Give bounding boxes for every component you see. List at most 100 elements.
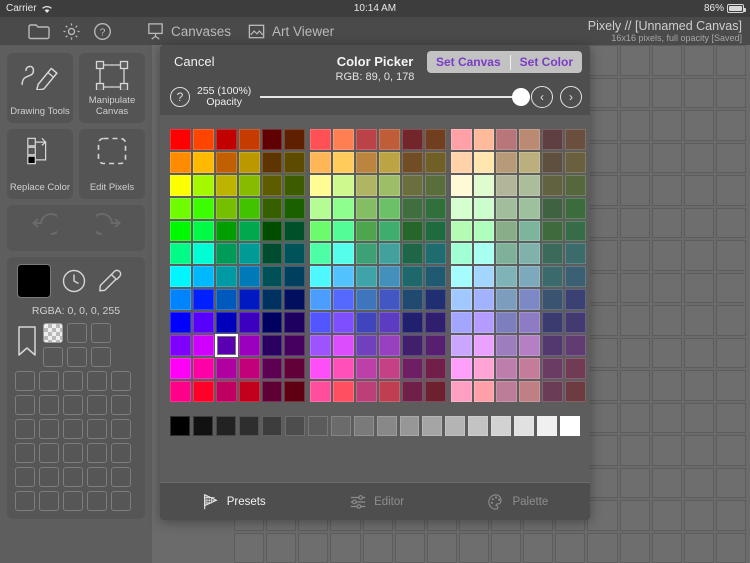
palette-cell[interactable] bbox=[192, 335, 214, 356]
tool-manipulate-canvas[interactable]: Manipulate Canvas bbox=[79, 53, 145, 123]
palette-cell[interactable] bbox=[238, 220, 260, 242]
grayscale-row[interactable] bbox=[170, 415, 581, 436]
palette-swatch[interactable] bbox=[542, 174, 564, 196]
palette-swatch[interactable] bbox=[310, 335, 332, 356]
palette-swatch[interactable] bbox=[519, 129, 541, 150]
palette-cell[interactable] bbox=[192, 174, 214, 196]
palette-swatch[interactable] bbox=[261, 266, 283, 288]
palette-cell[interactable] bbox=[238, 312, 260, 334]
grayscale-cell[interactable] bbox=[307, 415, 328, 436]
palette-cell[interactable] bbox=[333, 335, 355, 356]
palette-cell[interactable] bbox=[284, 197, 306, 219]
next-color-button[interactable]: › bbox=[560, 86, 582, 109]
canvas-pixel[interactable] bbox=[523, 532, 554, 563]
palette-cell[interactable] bbox=[170, 151, 191, 173]
palette-swatch[interactable] bbox=[356, 357, 378, 379]
palette-swatch[interactable] bbox=[519, 220, 541, 242]
palette-cell[interactable] bbox=[356, 220, 378, 242]
palette-swatch[interactable] bbox=[356, 312, 378, 334]
palette-swatch[interactable] bbox=[215, 289, 237, 311]
canvas-pixel[interactable] bbox=[683, 467, 714, 498]
palette-swatch[interactable] bbox=[424, 129, 446, 150]
palette-cell[interactable] bbox=[496, 289, 518, 311]
swatch-empty[interactable] bbox=[39, 491, 59, 511]
swatch-empty[interactable] bbox=[63, 491, 83, 511]
palette-swatch[interactable] bbox=[333, 243, 355, 265]
palette-swatch[interactable] bbox=[261, 335, 283, 356]
canvas-pixel[interactable] bbox=[555, 532, 586, 563]
palette-swatch[interactable] bbox=[519, 357, 541, 379]
palette-swatch[interactable] bbox=[519, 151, 541, 173]
palette-cell[interactable] bbox=[496, 357, 518, 379]
palette-swatch[interactable] bbox=[284, 220, 306, 242]
palette-cell[interactable] bbox=[450, 151, 472, 173]
palette-swatch[interactable] bbox=[356, 380, 378, 402]
palette-swatch[interactable] bbox=[473, 174, 495, 196]
palette-swatch[interactable] bbox=[379, 129, 400, 150]
swatch-empty[interactable] bbox=[39, 419, 59, 439]
grayscale-cell[interactable] bbox=[399, 415, 420, 436]
palette-cell[interactable] bbox=[379, 266, 400, 288]
palette-swatch[interactable] bbox=[401, 380, 423, 402]
palette-cell[interactable] bbox=[565, 129, 587, 150]
palette-swatch[interactable] bbox=[356, 174, 378, 196]
swatch-empty[interactable] bbox=[39, 443, 59, 463]
palette-cell[interactable] bbox=[261, 289, 283, 311]
swatch-empty[interactable] bbox=[15, 467, 35, 487]
palette-cell[interactable] bbox=[379, 197, 400, 219]
grayscale-cell[interactable] bbox=[445, 415, 466, 436]
palette-swatch[interactable] bbox=[450, 335, 472, 356]
tab-palette[interactable]: Palette bbox=[487, 493, 548, 511]
palette-swatch[interactable] bbox=[565, 197, 587, 219]
palette-cell[interactable] bbox=[333, 380, 355, 402]
palette-cell[interactable] bbox=[356, 380, 378, 402]
palette-cell[interactable] bbox=[310, 380, 332, 402]
palette-cell[interactable] bbox=[424, 380, 446, 402]
palette-cell[interactable] bbox=[238, 357, 260, 379]
clock-icon[interactable] bbox=[61, 268, 87, 294]
palette-swatch[interactable] bbox=[356, 289, 378, 311]
palette-swatch[interactable] bbox=[238, 151, 260, 173]
swatch-empty[interactable] bbox=[87, 491, 107, 511]
palette-cell[interactable] bbox=[542, 243, 564, 265]
palette-swatch[interactable] bbox=[519, 243, 541, 265]
redo-icon[interactable] bbox=[95, 213, 126, 243]
palette-cell[interactable] bbox=[450, 312, 472, 334]
palette-cell[interactable] bbox=[310, 174, 332, 196]
palette-swatch[interactable] bbox=[565, 312, 587, 334]
palette-cell[interactable] bbox=[261, 266, 283, 288]
palette-swatch[interactable] bbox=[333, 174, 355, 196]
palette-swatch[interactable] bbox=[496, 220, 518, 242]
undo-icon[interactable] bbox=[27, 213, 57, 243]
palette-cell[interactable] bbox=[542, 129, 564, 150]
palette-cell[interactable] bbox=[496, 151, 518, 173]
palette-cell[interactable] bbox=[261, 129, 283, 150]
swatch-empty[interactable] bbox=[63, 419, 83, 439]
palette-swatch[interactable] bbox=[450, 380, 472, 402]
palette-cell[interactable] bbox=[379, 380, 400, 402]
palette-swatch[interactable] bbox=[238, 312, 260, 334]
palette-swatch[interactable] bbox=[238, 174, 260, 196]
palette-cell[interactable] bbox=[519, 312, 541, 334]
grayscale-cell[interactable] bbox=[560, 415, 581, 436]
grayscale-swatch[interactable] bbox=[399, 415, 420, 436]
palette-swatch[interactable] bbox=[473, 243, 495, 265]
canvas-pixel[interactable] bbox=[683, 500, 714, 531]
canvas-pixel[interactable] bbox=[715, 77, 746, 108]
palette-swatch[interactable] bbox=[170, 243, 191, 265]
canvas-pixel[interactable] bbox=[619, 175, 650, 206]
palette-swatch[interactable] bbox=[473, 335, 495, 356]
swatch-empty[interactable] bbox=[87, 443, 107, 463]
grayscale-cell[interactable] bbox=[468, 415, 489, 436]
canvas-pixel[interactable] bbox=[651, 467, 682, 498]
canvas-pixel[interactable] bbox=[394, 532, 425, 563]
palette-cell[interactable] bbox=[565, 380, 587, 402]
canvas-pixel[interactable] bbox=[651, 305, 682, 336]
canvas-pixel[interactable] bbox=[683, 45, 714, 76]
palette-cell[interactable] bbox=[565, 174, 587, 196]
swatch-empty[interactable] bbox=[91, 323, 111, 343]
palette-swatch[interactable] bbox=[542, 266, 564, 288]
palette-cell[interactable] bbox=[170, 335, 191, 356]
grayscale-swatch[interactable] bbox=[491, 415, 512, 436]
grayscale-cell[interactable] bbox=[514, 415, 535, 436]
